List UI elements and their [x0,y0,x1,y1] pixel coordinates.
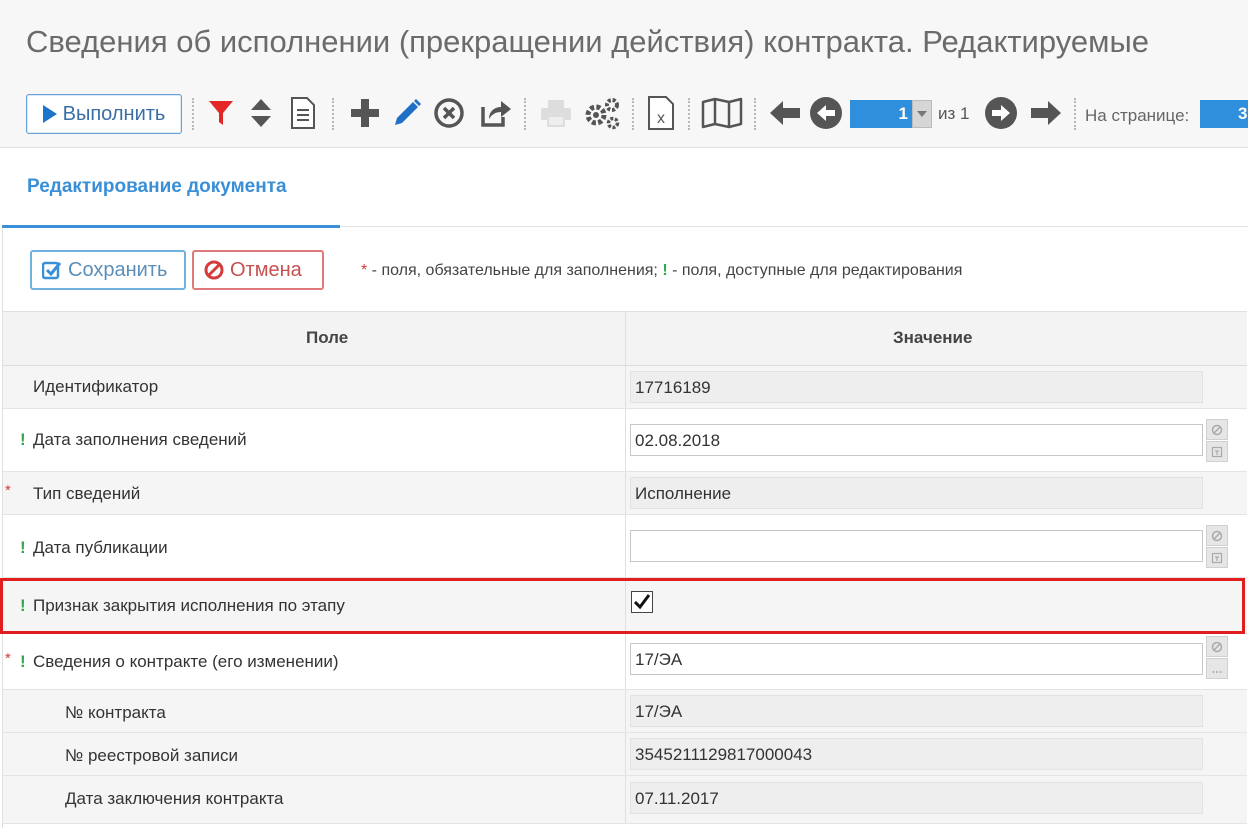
table-row: ! Дата заполнения сведений 02.08.2018 [3,409,1247,472]
per-page-input[interactable]: 3 [1200,100,1248,128]
tab-edit-document[interactable]: Редактирование документа [2,150,340,228]
row-label: Тип сведений [33,484,141,503]
share-icon[interactable] [476,92,516,134]
toolbar-separator [1074,98,1076,130]
editable-legend-text: - поля, доступные для редактирования [667,262,963,279]
settings-icon[interactable] [580,92,624,134]
run-button[interactable]: Выполнить [26,94,182,134]
row-label: Дата публикации [33,538,168,557]
toolbar-separator [332,98,334,130]
contract-info-input[interactable]: 17/ЭА [630,643,1203,675]
calendar-button[interactable] [1206,441,1228,462]
map-icon[interactable] [698,92,746,134]
clear-button[interactable] [1206,636,1228,657]
ban-icon [1211,641,1223,652]
table-row: ! Признак закрытия исполнения по этапу [3,578,1247,634]
header: Сведения об исполнении (прекращении дейс… [0,0,1248,148]
editable-mark: ! [20,538,26,557]
row-label: Сведения о контракте (его изменении) [33,652,339,671]
stage-closing-checkbox[interactable] [631,591,653,613]
circle-right-icon[interactable] [982,92,1020,134]
run-button-label: Выполнить [62,102,166,125]
calendar-button[interactable] [1206,547,1228,568]
info-type-field: Исполнение [630,477,1203,509]
row-label: № контракта [65,703,166,722]
row-label: Признак закрытия исполнения по этапу [33,596,345,615]
row-label: Идентификатор [33,377,159,396]
table-row: № контракта 17/ЭА [3,690,1247,733]
editable-mark: ! [20,596,26,615]
contract-number-field: 17/ЭА [630,695,1203,727]
tab-divider [340,226,1248,227]
save-button[interactable]: Сохранить [30,250,186,290]
edit-icon[interactable] [388,92,426,134]
cancel-button[interactable]: Отмена [192,250,324,290]
table-row: ! Дата публикации [3,515,1247,578]
checkmark-icon [633,594,651,610]
row-label: Дата заполнения сведений [33,430,247,449]
save-button-label: Сохранить [68,258,168,281]
lookup-button[interactable] [1206,658,1228,679]
excel-icon[interactable]: x [642,92,680,134]
publication-date-input[interactable] [630,530,1203,562]
document-icon[interactable] [286,92,320,134]
ban-icon [1211,424,1223,435]
required-legend-text: - поля, обязательные для заполнения; [367,262,663,279]
table-row: * Тип сведений Исполнение [3,472,1247,515]
page-number-input[interactable]: 1 [850,100,912,128]
calendar-icon [1211,446,1223,457]
column-header-value: Значение [893,328,973,347]
required-mark: * [5,482,11,499]
toolbar-separator [524,98,526,130]
edit-form: Сохранить Отмена * - поля, обязательные … [2,228,1247,828]
toolbar-separator [688,98,690,130]
form-actions: Сохранить Отмена * - поля, обязательные … [3,228,1247,312]
identifier-field: 17716189 [630,371,1203,403]
table-row: Идентификатор 17716189 [3,366,1247,409]
checkbox-icon [42,260,62,280]
ban-icon [1211,530,1223,541]
table-row: * ! Сведения о контракте (его изменении)… [3,634,1247,690]
ellipsis-icon [1212,670,1222,673]
table-row: № реестровой записи 3545211129817000043 [3,733,1247,776]
chevron-down-icon [917,111,927,117]
clear-button[interactable] [1206,419,1228,440]
add-icon[interactable] [346,92,384,134]
clear-button[interactable] [1206,525,1228,546]
calendar-icon [1211,552,1223,563]
arrow-right-icon[interactable] [1026,92,1066,134]
registry-number-field: 3545211129817000043 [630,738,1203,770]
per-page-label: На странице: [1085,106,1190,125]
play-icon [42,105,57,123]
page-dropdown-button[interactable] [912,100,932,128]
row-label: № реестровой записи [65,746,238,765]
contract-date-field: 07.11.2017 [630,782,1203,814]
toolbar-separator [192,98,194,130]
toolbar: Выполнить x 1 из 1 На странице: 3 [24,92,1248,136]
row-label: Дата заключения контракта [65,789,284,808]
circle-left-icon[interactable] [806,92,846,134]
sort-icon[interactable] [244,92,278,134]
arrow-left-icon[interactable] [766,92,804,134]
editable-mark: ! [20,430,26,449]
delete-icon[interactable] [430,92,468,134]
filter-icon[interactable] [204,92,238,134]
fill-date-input[interactable]: 02.08.2018 [630,424,1203,456]
tab-label: Редактирование документа [27,176,287,197]
table-header: Поле Значение [3,312,1247,366]
ban-icon [204,260,224,280]
column-header-field: Поле [306,328,349,347]
page-total: из 1 [938,104,970,123]
table-row: Дата заключения контракта 07.11.2017 [3,776,1247,824]
toolbar-separator [632,98,634,130]
required-mark: * [5,650,11,667]
page-title: Сведения об исполнении (прекращении дейс… [26,24,1149,59]
field-legend: * - поля, обязательные для заполнения; !… [361,262,962,280]
toolbar-separator [754,98,756,130]
cancel-button-label: Отмена [230,258,302,281]
svg-text:x: x [657,110,665,127]
editable-mark: ! [20,652,26,671]
print-icon[interactable] [536,92,576,134]
